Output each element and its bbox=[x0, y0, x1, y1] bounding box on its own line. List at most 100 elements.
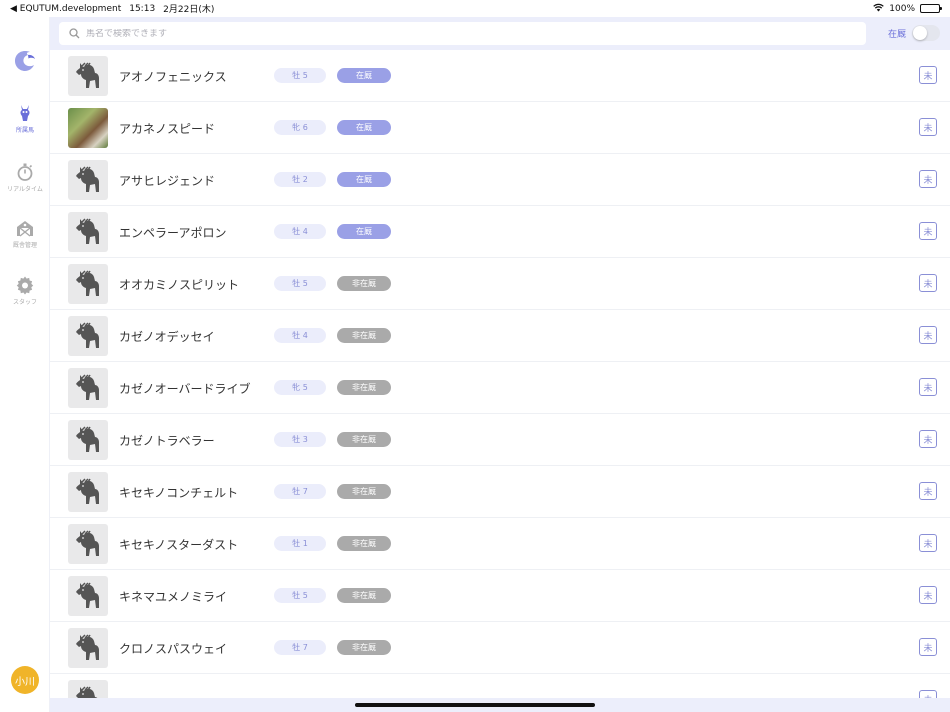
stable-status-badge: 在厩 bbox=[337, 68, 391, 83]
sex-age-badge: 牝 5 bbox=[274, 380, 326, 395]
horse-row[interactable]: キセキノスターダスト 牡 1 非在厩 未 bbox=[50, 518, 950, 570]
stable-status-badge: 非在厩 bbox=[337, 484, 391, 499]
battery-percent: 100% bbox=[889, 3, 915, 14]
horse-name: アサヒレジェンド bbox=[119, 174, 216, 188]
sex-age-badge: 牡 1 bbox=[274, 536, 326, 551]
horse-thumbnail bbox=[68, 576, 108, 616]
sex-age-badge: 牡 5 bbox=[274, 588, 326, 603]
back-to-app-label[interactable]: ◀ EQUTUM.development bbox=[10, 4, 121, 14]
horse-silhouette-icon bbox=[76, 478, 99, 504]
unconfirmed-mark-button[interactable]: 未 bbox=[919, 66, 937, 84]
horse-row[interactable]: キセキノコンチェルト 牡 7 非在厩 未 bbox=[50, 466, 950, 518]
horse-name: アオノフェニックス bbox=[119, 70, 227, 84]
in-stable-filter: 在厩 bbox=[888, 25, 941, 41]
horse-name: クロノスパスウェイ bbox=[119, 642, 228, 656]
horse-row[interactable]: 未 bbox=[50, 674, 950, 698]
horse-row[interactable]: オオカミノスピリット 牡 5 非在厩 未 bbox=[50, 258, 950, 310]
unconfirmed-mark-button[interactable]: 未 bbox=[919, 534, 937, 552]
horse-row[interactable]: キネマユメノミライ 牡 5 非在厩 未 bbox=[50, 570, 950, 622]
unconfirmed-mark-button[interactable]: 未 bbox=[919, 482, 937, 500]
sidebar: 所属馬 リアルタイム 厩舎管理 スタッフ 小川 bbox=[0, 17, 50, 712]
horse-row[interactable]: カゼノオーバードライブ 牝 5 非在厩 未 bbox=[50, 362, 950, 414]
horse-row[interactable]: アオノフェニックス 牡 5 在厩 未 bbox=[50, 50, 950, 102]
horse-thumbnail bbox=[68, 420, 108, 460]
horse-thumbnail bbox=[68, 628, 108, 668]
horse-row[interactable]: カゼノトラベラー 牡 3 非在厩 未 bbox=[50, 414, 950, 466]
sex-age-badge: 牡 5 bbox=[274, 68, 326, 83]
horse-silhouette-icon bbox=[76, 686, 98, 698]
horse-thumbnail bbox=[68, 680, 108, 698]
sidebar-item-horses[interactable]: 所属馬 bbox=[0, 103, 50, 134]
horse-silhouette-icon bbox=[76, 322, 99, 348]
unconfirmed-mark-button[interactable]: 未 bbox=[919, 222, 937, 240]
sidebar-item-label: 所属馬 bbox=[15, 127, 34, 134]
top-bar: 在厩 bbox=[50, 17, 950, 50]
battery-icon bbox=[920, 4, 942, 13]
horse-row[interactable]: クロノスパスウェイ 牡 7 非在厩 未 bbox=[50, 622, 950, 674]
sex-age-badge: 牝 6 bbox=[274, 120, 326, 135]
horse-name: エンペラーアポロン bbox=[119, 226, 227, 240]
unconfirmed-mark-button[interactable]: 未 bbox=[919, 638, 937, 656]
status-bar: ◀ EQUTUM.development 15:13 2月22日(木) 100% bbox=[0, 0, 950, 17]
unconfirmed-mark-button[interactable]: 未 bbox=[919, 118, 937, 136]
horse-name: カゼノオデッセイ bbox=[119, 330, 215, 344]
clock: 15:13 bbox=[129, 3, 156, 14]
horse-thumbnail bbox=[68, 264, 108, 304]
horse-row[interactable]: エンペラーアポロン 牡 4 在厩 未 bbox=[50, 206, 950, 258]
search-input[interactable] bbox=[86, 28, 846, 39]
horse-silhouette-icon bbox=[76, 270, 99, 296]
unconfirmed-mark-button[interactable]: 未 bbox=[919, 274, 937, 292]
horse-name: オオカミノスピリット bbox=[119, 278, 240, 292]
sex-age-badge: 牡 7 bbox=[274, 484, 326, 499]
sex-age-badge: 牡 3 bbox=[274, 432, 326, 447]
app-logo-icon[interactable] bbox=[13, 49, 37, 73]
horse-thumbnail bbox=[68, 56, 108, 96]
stable-status-badge: 在厩 bbox=[337, 224, 391, 239]
horse-head-icon bbox=[20, 105, 30, 121]
horse-thumbnail bbox=[68, 160, 108, 200]
user-avatar[interactable]: 小川 bbox=[11, 666, 39, 694]
sex-age-badge: 牡 7 bbox=[274, 640, 326, 655]
sex-age-badge: 牡 5 bbox=[274, 276, 326, 291]
sex-age-badge: 牡 4 bbox=[274, 224, 326, 239]
wifi-icon bbox=[873, 3, 885, 15]
horse-silhouette-icon bbox=[76, 582, 99, 608]
horse-row[interactable]: アカネノスピード 牝 6 在厩 未 bbox=[50, 102, 950, 154]
date: 2月22日(木) bbox=[163, 5, 215, 15]
sidebar-item-staff[interactable]: スタッフ bbox=[0, 275, 50, 306]
unconfirmed-mark-button[interactable]: 未 bbox=[919, 430, 937, 448]
home-indicator[interactable] bbox=[355, 703, 595, 707]
in-stable-toggle[interactable] bbox=[912, 25, 941, 41]
horse-silhouette-icon bbox=[76, 634, 99, 660]
horse-thumbnail bbox=[68, 524, 108, 564]
horse-name: アカネノスピード bbox=[119, 122, 216, 136]
stable-status-badge: 非在厩 bbox=[337, 536, 391, 551]
unconfirmed-mark-button[interactable]: 未 bbox=[919, 690, 937, 698]
stable-status-badge: 在厩 bbox=[337, 172, 391, 187]
horse-row[interactable]: カゼノオデッセイ 牡 4 非在厩 未 bbox=[50, 310, 950, 362]
sidebar-item-label: リアルタイム bbox=[7, 186, 43, 193]
horse-row[interactable]: アサヒレジェンド 牡 2 在厩 未 bbox=[50, 154, 950, 206]
horse-silhouette-icon bbox=[76, 166, 99, 192]
horse-thumbnail bbox=[68, 108, 108, 148]
stopwatch-icon bbox=[17, 163, 33, 181]
horse-name: カゼノオーバードライブ bbox=[119, 382, 251, 396]
stable-icon bbox=[17, 221, 33, 237]
unconfirmed-mark-button[interactable]: 未 bbox=[919, 586, 937, 604]
stable-status-badge: 非在厩 bbox=[337, 328, 391, 343]
horse-thumbnail bbox=[68, 316, 108, 356]
unconfirmed-mark-button[interactable]: 未 bbox=[919, 378, 937, 396]
search-icon bbox=[69, 24, 80, 43]
stable-status-badge: 非在厩 bbox=[337, 276, 391, 291]
stable-status-badge: 非在厩 bbox=[337, 588, 391, 603]
sidebar-item-realtime[interactable]: リアルタイム bbox=[0, 162, 50, 193]
sidebar-item-label: スタッフ bbox=[12, 299, 37, 306]
horse-name: カゼノトラベラー bbox=[119, 434, 215, 448]
unconfirmed-mark-button[interactable]: 未 bbox=[919, 326, 937, 344]
sex-age-badge: 牡 4 bbox=[274, 328, 326, 343]
horse-silhouette-icon bbox=[76, 426, 99, 452]
sidebar-item-stable[interactable]: 厩舎管理 bbox=[0, 218, 50, 249]
horse-silhouette-icon bbox=[76, 218, 99, 244]
gear-icon bbox=[16, 276, 34, 295]
unconfirmed-mark-button[interactable]: 未 bbox=[919, 170, 937, 188]
